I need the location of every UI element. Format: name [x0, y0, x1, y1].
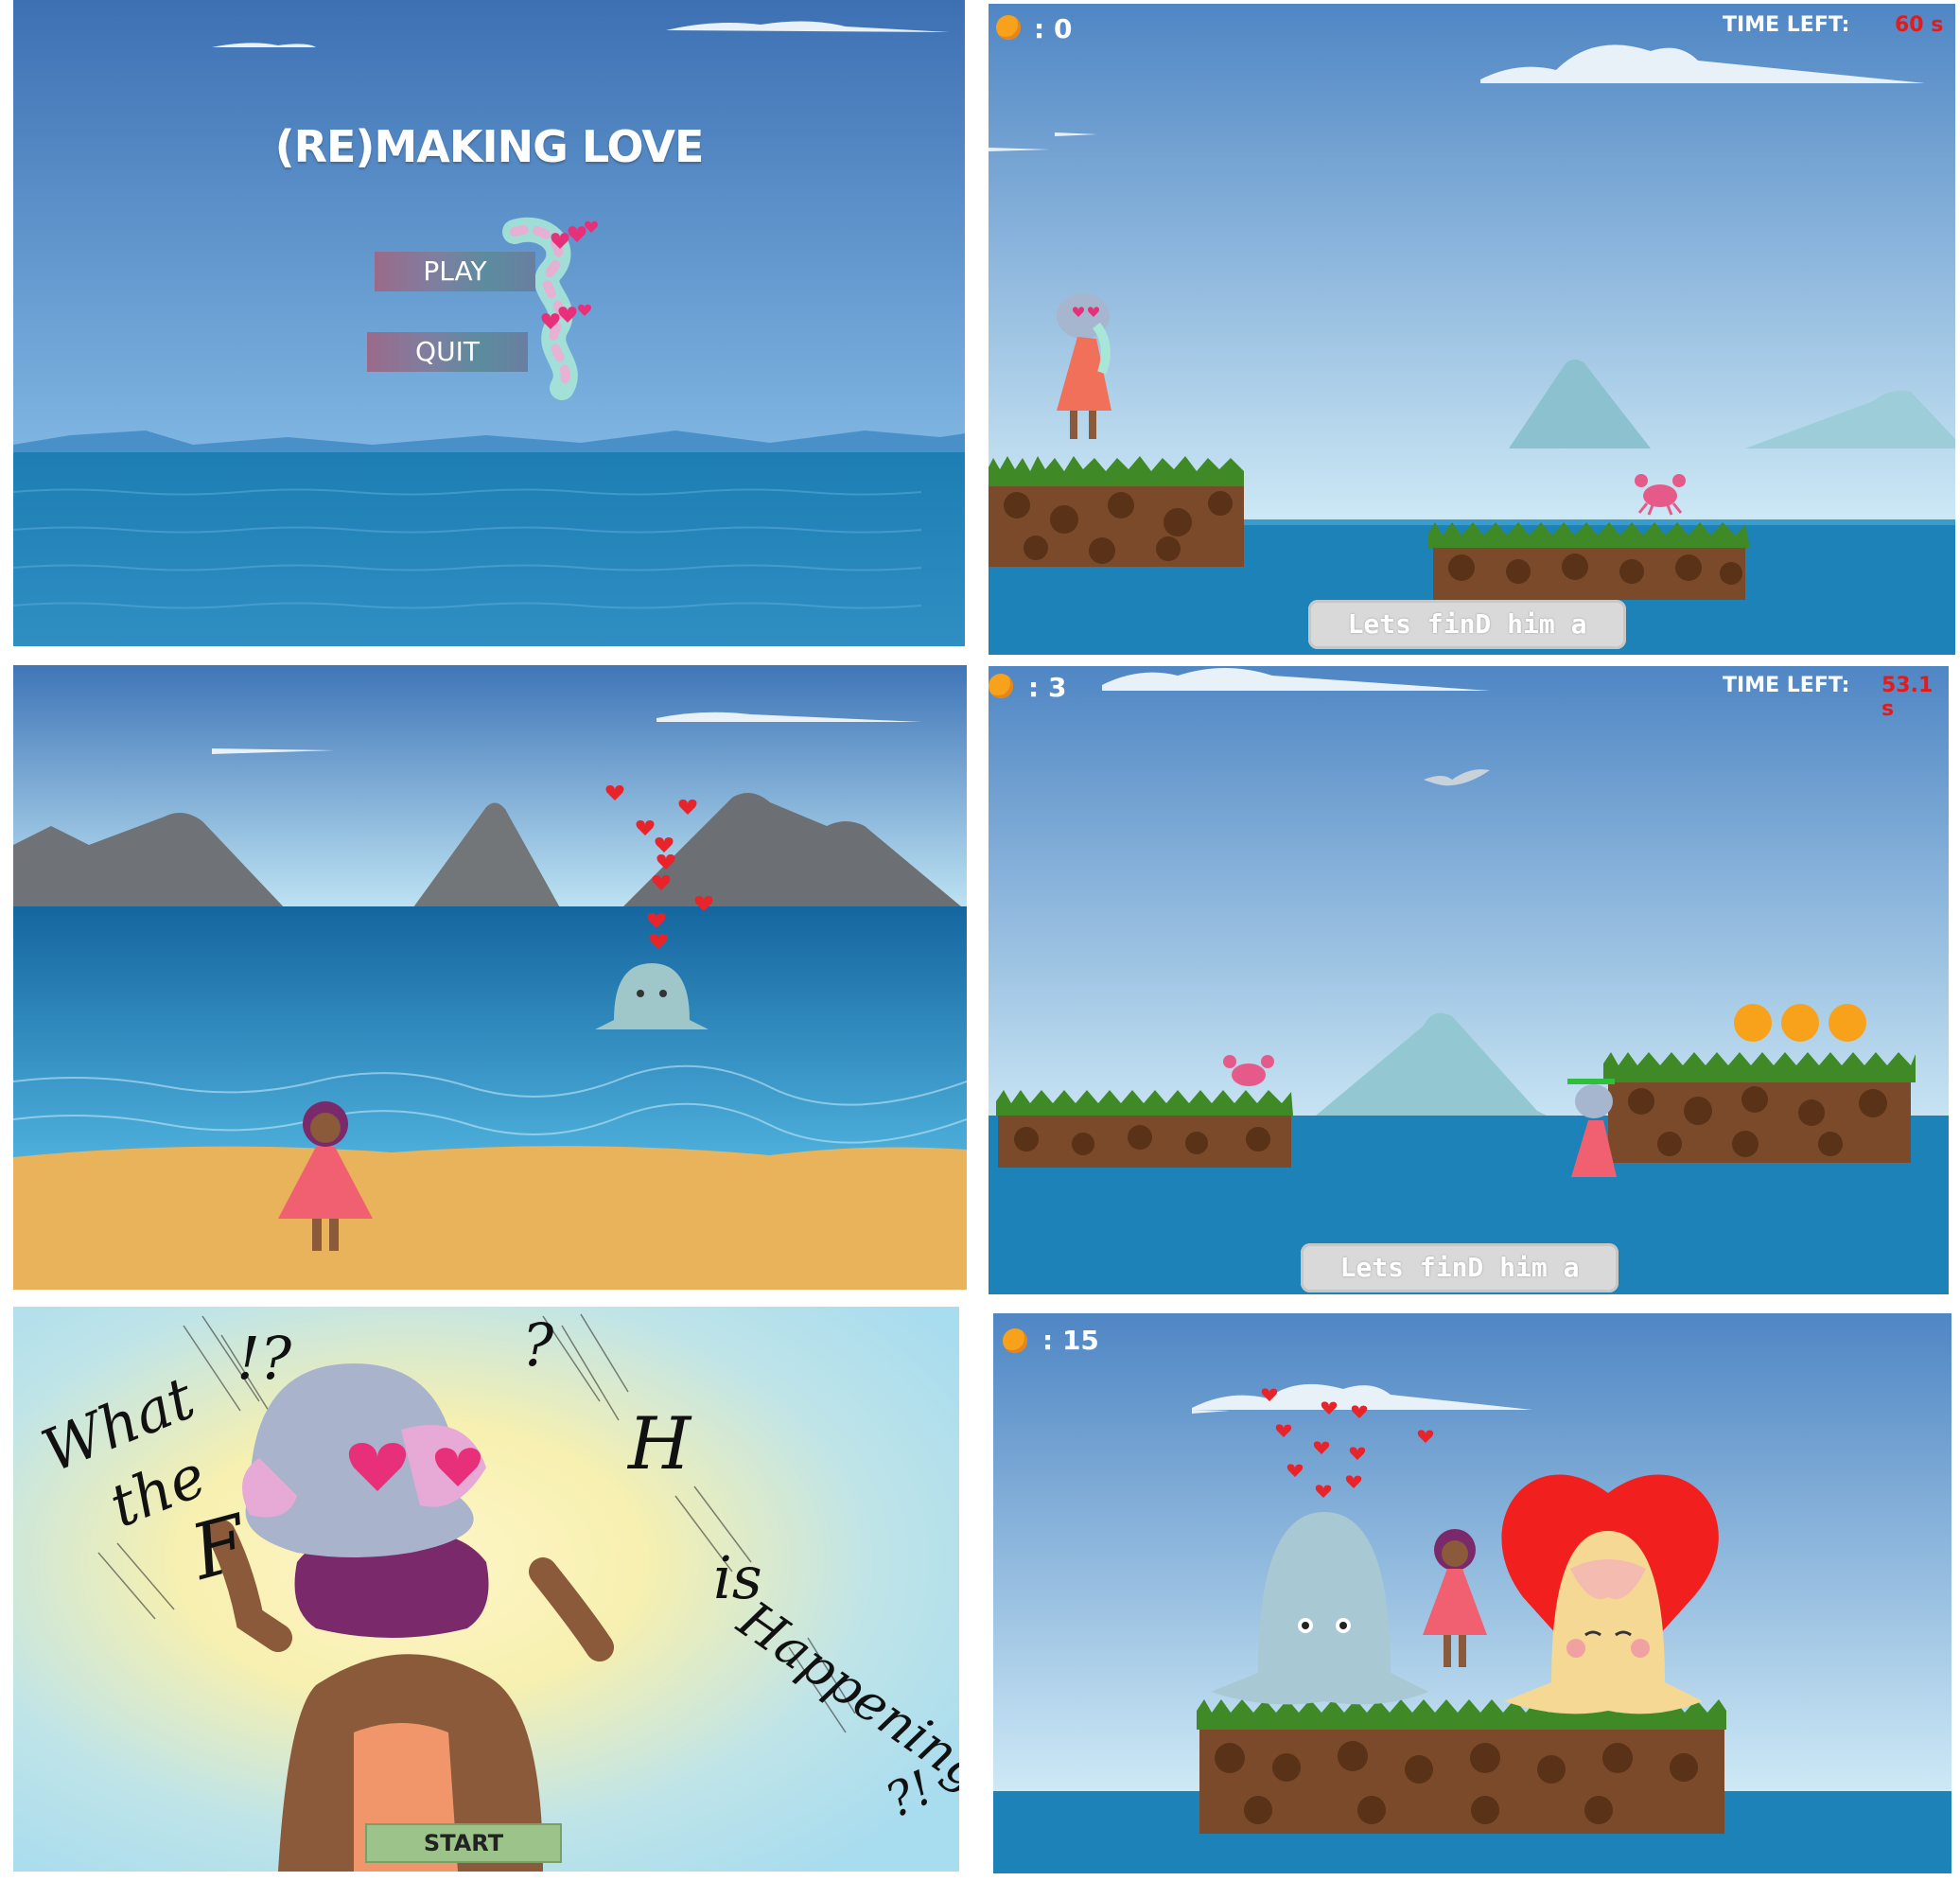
play-button[interactable]: PLAY [375, 252, 535, 291]
time-left-value: 60 s [1895, 13, 1944, 37]
start-button[interactable]: START [365, 1823, 562, 1863]
ending-panel: : 15 [993, 1313, 1951, 1873]
grass-platform-right [1567, 1052, 1916, 1163]
dialog-text: Lets finD him a mate [1339, 1252, 1580, 1283]
cutscene-panel: What the F !? ? H is Happening ?! START [13, 1307, 959, 1872]
main-menu-panel: (RE)MAKING LOVE PLAY QUIT [13, 0, 965, 646]
coin-counter: : 15 [1042, 1325, 1099, 1356]
dialog-box: Lets finD him a mate [1301, 1243, 1619, 1292]
grass-platform-right [1428, 522, 1750, 600]
menu-background [13, 0, 965, 646]
dialog-text: Lets finD him a mate [1347, 608, 1587, 640]
coin-icon [989, 674, 1013, 698]
cutscene-word: !? [236, 1324, 292, 1393]
grass-platform [1197, 1699, 1726, 1834]
level-background [989, 4, 1955, 655]
level-background [989, 666, 1949, 1294]
coin-icon [1003, 1328, 1027, 1353]
time-left-label: TIME LEFT: [1723, 13, 1850, 37]
level-start-panel: : 0 TIME LEFT: 60 s Lets finD him a mate [989, 4, 1955, 655]
cutscene-word: ? [522, 1310, 554, 1380]
beach-background [13, 665, 967, 1290]
cutscene-word: H [628, 1401, 691, 1485]
coin-counter: : 3 [1028, 672, 1067, 703]
coin-counter: : 0 [1034, 13, 1073, 44]
beach-scene-panel [13, 665, 967, 1290]
coin-icon [996, 15, 1021, 40]
time-left-value: 53.1 s [1881, 674, 1934, 721]
coin-icon [1734, 1004, 1866, 1042]
quit-button[interactable]: QUIT [367, 332, 528, 372]
level-mid-panel: : 3 TIME LEFT: 53.1 s Lets finD him a ma… [989, 666, 1949, 1294]
dialog-box: Lets finD him a mate [1308, 600, 1626, 649]
time-left-label: TIME LEFT: [1723, 674, 1850, 697]
game-title: (RE)MAKING LOVE [274, 121, 705, 172]
grass-platform-left [989, 456, 1244, 567]
ending-background [993, 1313, 1951, 1873]
